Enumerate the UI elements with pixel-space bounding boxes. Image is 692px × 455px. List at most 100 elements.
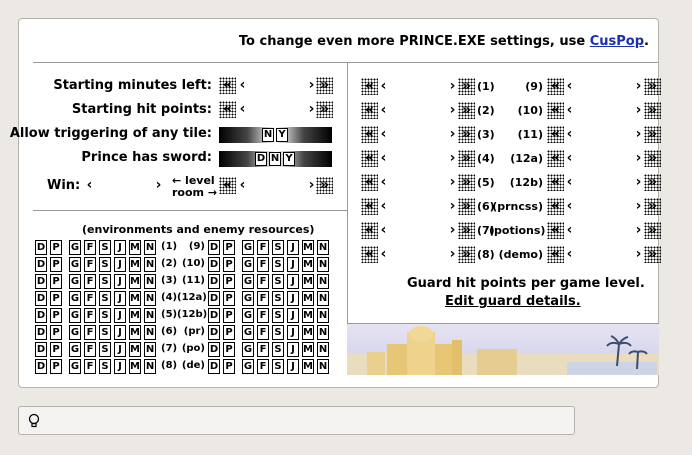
guard-option-s[interactable]: S bbox=[99, 342, 111, 357]
guard-option-n[interactable]: N bbox=[317, 325, 329, 340]
guard-option-j[interactable]: J bbox=[114, 308, 126, 323]
guard-option-m[interactable]: M bbox=[302, 240, 314, 255]
guard-option-g[interactable]: G bbox=[242, 274, 254, 289]
guard-option-g[interactable]: G bbox=[242, 308, 254, 323]
guard-option-m[interactable]: M bbox=[129, 359, 141, 374]
env-option-p[interactable]: P bbox=[50, 359, 62, 374]
fast-right-arrow-icon[interactable]: » bbox=[644, 78, 661, 95]
guard-option-j[interactable]: J bbox=[114, 274, 126, 289]
guard-option-n[interactable]: N bbox=[144, 308, 156, 323]
guard-option-s[interactable]: S bbox=[272, 274, 284, 289]
left-arrow-icon[interactable]: ‹ bbox=[375, 102, 392, 119]
guard-option-j[interactable]: J bbox=[287, 342, 299, 357]
env-option-d[interactable]: D bbox=[35, 274, 47, 289]
guard-option-n[interactable]: N bbox=[144, 325, 156, 340]
guard-option-s[interactable]: S bbox=[272, 308, 284, 323]
sword-no-option[interactable]: N bbox=[269, 152, 281, 166]
left-arrow-icon[interactable]: ‹ bbox=[561, 78, 578, 95]
guard-option-n[interactable]: N bbox=[144, 257, 156, 272]
env-option-d[interactable]: D bbox=[208, 359, 220, 374]
fast-right-arrow-icon[interactable]: » bbox=[644, 198, 661, 215]
guard-option-m[interactable]: M bbox=[302, 359, 314, 374]
guard-option-m[interactable]: M bbox=[129, 342, 141, 357]
left-arrow-icon[interactable]: ‹ bbox=[375, 78, 392, 95]
env-option-p[interactable]: P bbox=[50, 342, 62, 357]
guard-option-f[interactable]: F bbox=[84, 291, 96, 306]
left-arrow-icon[interactable]: ‹ bbox=[561, 222, 578, 239]
env-option-p[interactable]: P bbox=[50, 240, 62, 255]
guard-option-f[interactable]: F bbox=[257, 325, 269, 340]
sword-default-option[interactable]: D bbox=[255, 152, 267, 166]
guard-option-m[interactable]: M bbox=[129, 291, 141, 306]
fast-right-arrow-icon[interactable]: » bbox=[316, 77, 333, 94]
env-option-d[interactable]: D bbox=[208, 257, 220, 272]
env-option-p[interactable]: P bbox=[223, 291, 235, 306]
guard-option-j[interactable]: J bbox=[287, 325, 299, 340]
fast-right-arrow-icon[interactable]: » bbox=[458, 102, 475, 119]
guard-option-s[interactable]: S bbox=[272, 325, 284, 340]
trigger-yes-option[interactable]: Y bbox=[276, 128, 288, 142]
left-arrow-icon[interactable]: ‹ bbox=[561, 126, 578, 143]
guard-option-g[interactable]: G bbox=[69, 359, 81, 374]
sword-yes-option[interactable]: Y bbox=[283, 152, 295, 166]
fast-right-arrow-icon[interactable]: » bbox=[644, 174, 661, 191]
guard-option-m[interactable]: M bbox=[302, 342, 314, 357]
left-arrow-icon[interactable]: ‹ bbox=[81, 177, 98, 194]
edit-guard-link[interactable]: Edit guard details. bbox=[445, 294, 581, 309]
env-option-d[interactable]: D bbox=[35, 325, 47, 340]
env-option-p[interactable]: P bbox=[223, 274, 235, 289]
guard-option-j[interactable]: J bbox=[287, 359, 299, 374]
guard-option-s[interactable]: S bbox=[272, 359, 284, 374]
guard-option-m[interactable]: M bbox=[302, 325, 314, 340]
guard-option-m[interactable]: M bbox=[302, 308, 314, 323]
guard-option-n[interactable]: N bbox=[317, 359, 329, 374]
guard-option-g[interactable]: G bbox=[242, 291, 254, 306]
guard-option-j[interactable]: J bbox=[114, 257, 126, 272]
left-arrow-icon[interactable]: ‹ bbox=[375, 246, 392, 263]
fast-right-arrow-icon[interactable]: » bbox=[458, 246, 475, 263]
guard-option-n[interactable]: N bbox=[144, 291, 156, 306]
trigger-no-option[interactable]: N bbox=[262, 128, 274, 142]
guard-option-m[interactable]: M bbox=[129, 240, 141, 255]
guard-option-n[interactable]: N bbox=[317, 257, 329, 272]
guard-option-j[interactable]: J bbox=[287, 274, 299, 289]
left-arrow-icon[interactable]: ‹ bbox=[375, 174, 392, 191]
fast-right-arrow-icon[interactable]: » bbox=[644, 222, 661, 239]
guard-option-g[interactable]: G bbox=[242, 325, 254, 340]
guard-option-j[interactable]: J bbox=[287, 291, 299, 306]
guard-option-s[interactable]: S bbox=[99, 359, 111, 374]
guard-option-f[interactable]: F bbox=[84, 240, 96, 255]
guard-option-g[interactable]: G bbox=[69, 274, 81, 289]
guard-option-g[interactable]: G bbox=[69, 308, 81, 323]
fast-right-arrow-icon[interactable]: » bbox=[458, 78, 475, 95]
guard-option-s[interactable]: S bbox=[99, 308, 111, 323]
left-arrow-icon[interactable]: ‹ bbox=[234, 177, 251, 194]
env-option-d[interactable]: D bbox=[35, 240, 47, 255]
fast-right-arrow-icon[interactable]: » bbox=[316, 101, 333, 118]
env-option-d[interactable]: D bbox=[208, 240, 220, 255]
left-arrow-icon[interactable]: ‹ bbox=[375, 198, 392, 215]
guard-option-j[interactable]: J bbox=[114, 359, 126, 374]
guard-option-g[interactable]: G bbox=[242, 342, 254, 357]
guard-option-m[interactable]: M bbox=[129, 257, 141, 272]
fast-right-arrow-icon[interactable]: » bbox=[644, 126, 661, 143]
left-arrow-icon[interactable]: ‹ bbox=[561, 198, 578, 215]
guard-option-s[interactable]: S bbox=[99, 257, 111, 272]
guard-option-n[interactable]: N bbox=[317, 291, 329, 306]
env-option-p[interactable]: P bbox=[223, 359, 235, 374]
guard-option-j[interactable]: J bbox=[287, 257, 299, 272]
env-option-p[interactable]: P bbox=[50, 257, 62, 272]
guard-option-g[interactable]: G bbox=[69, 240, 81, 255]
guard-option-f[interactable]: F bbox=[257, 359, 269, 374]
env-option-d[interactable]: D bbox=[35, 342, 47, 357]
fast-right-arrow-icon[interactable]: » bbox=[458, 174, 475, 191]
env-option-d[interactable]: D bbox=[208, 342, 220, 357]
fast-right-arrow-icon[interactable]: » bbox=[458, 126, 475, 143]
guard-option-f[interactable]: F bbox=[84, 274, 96, 289]
guard-option-m[interactable]: M bbox=[129, 308, 141, 323]
left-arrow-icon[interactable]: ‹ bbox=[561, 246, 578, 263]
guard-option-j[interactable]: J bbox=[287, 308, 299, 323]
guard-option-n[interactable]: N bbox=[144, 342, 156, 357]
guard-option-s[interactable]: S bbox=[272, 257, 284, 272]
env-option-d[interactable]: D bbox=[208, 308, 220, 323]
